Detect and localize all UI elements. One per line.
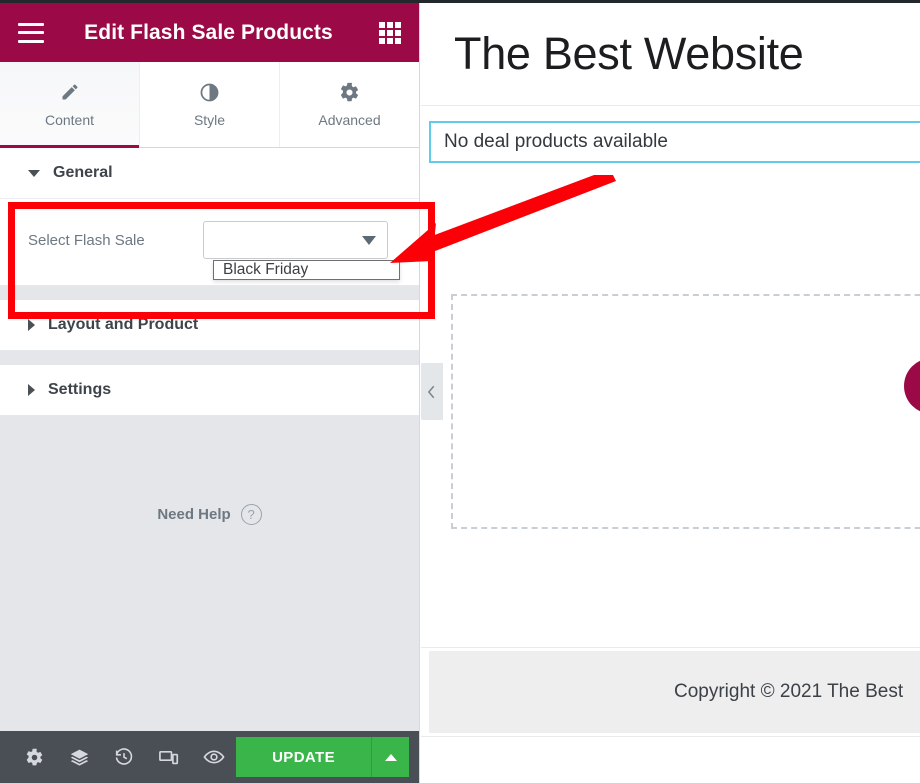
gear-icon <box>339 81 360 103</box>
section-general-header[interactable]: General <box>0 148 419 198</box>
tab-style[interactable]: Style <box>140 62 280 147</box>
select-flash-sale-dropdown: Black Friday <box>213 260 400 280</box>
select-flash-sale-control: Select Flash Sale Black Friday <box>28 221 400 280</box>
select-flash-sale-wrapper: Black Friday <box>203 221 400 280</box>
header-divider <box>421 105 920 106</box>
section-layout-and-product: Layout and Product <box>0 300 419 351</box>
pencil-icon <box>60 81 80 103</box>
update-button-group: UPDATE <box>236 737 410 777</box>
editor-tabs: Content Style Advanced <box>0 62 419 148</box>
screen: Edit Flash Sale Products Content Style A… <box>0 0 920 783</box>
need-help-label: Need Help <box>157 506 231 523</box>
responsive-devices-icon[interactable] <box>146 731 191 783</box>
tab-style-label: Style <box>193 112 226 128</box>
section-general: General Select Flash Sale Black Friday <box>0 148 419 286</box>
section-divider <box>0 286 419 300</box>
page-title: Edit Flash Sale Products <box>84 20 333 44</box>
section-general-label: General <box>53 164 113 181</box>
select-flash-sale-label: Select Flash Sale <box>28 231 145 249</box>
section-settings-label: Settings <box>48 381 112 398</box>
editor-panel-header: Edit Flash Sale Products <box>0 3 419 62</box>
question-mark-icon[interactable]: ? <box>240 504 262 525</box>
contrast-icon <box>199 81 220 103</box>
tab-content-label: Content <box>44 112 95 128</box>
section-divider <box>0 351 419 365</box>
select-flash-sale-input[interactable] <box>203 221 388 259</box>
caret-up-icon <box>384 753 397 761</box>
section-settings-header[interactable]: Settings <box>0 365 419 415</box>
update-options-caret-icon[interactable] <box>371 737 410 777</box>
tab-advanced-label: Advanced <box>318 112 381 128</box>
tab-content[interactable]: Content <box>0 62 140 148</box>
editor-bottom-bar: UPDATE <box>0 731 419 783</box>
update-button[interactable]: UPDATE <box>236 737 372 777</box>
empty-section-placeholder[interactable] <box>451 294 920 529</box>
section-layout-and-product-label: Layout and Product <box>48 316 199 333</box>
collapse-panel-toggle[interactable] <box>421 363 443 420</box>
section-general-body: Select Flash Sale Black Friday <box>0 198 419 285</box>
chevron-left-icon <box>427 385 435 398</box>
chevron-right-icon <box>28 319 35 331</box>
select-dropdown-caret-icon[interactable] <box>362 236 376 245</box>
copyright-text: Copyright © 2021 The Best <box>674 681 904 702</box>
need-help[interactable]: Need Help ? <box>0 504 419 525</box>
chevron-down-icon <box>28 169 40 177</box>
site-footer: Copyright © 2021 The Best <box>429 651 920 733</box>
chevron-right-icon <box>28 384 35 396</box>
grid-apps-icon[interactable] <box>379 21 401 44</box>
site-title: The Best Website <box>454 28 804 79</box>
tab-advanced[interactable]: Advanced <box>280 62 419 147</box>
dropdown-option[interactable]: Black Friday <box>214 256 317 283</box>
footer-bottom-divider <box>421 736 920 737</box>
preview-eye-icon[interactable] <box>191 731 236 783</box>
settings-gear-icon[interactable] <box>12 731 57 783</box>
footer-top-divider <box>421 647 920 648</box>
history-clock-icon[interactable] <box>102 731 147 783</box>
section-settings: Settings <box>0 365 419 416</box>
editor-panel: Edit Flash Sale Products Content Style A… <box>0 3 420 783</box>
section-layout-and-product-header[interactable]: Layout and Product <box>0 300 419 350</box>
navigator-layers-icon[interactable] <box>57 731 102 783</box>
no-deal-products-notice[interactable]: No deal products available <box>429 121 920 163</box>
site-preview: The Best Website No deal products availa… <box>421 3 920 783</box>
